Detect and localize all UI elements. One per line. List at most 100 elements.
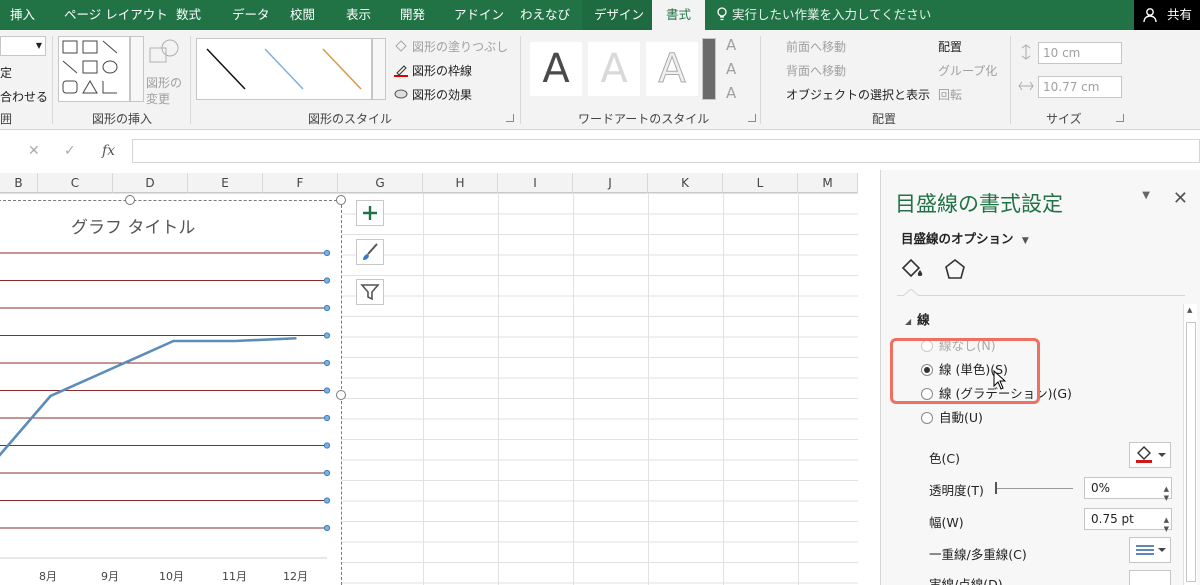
gridline-selection-handle[interactable] — [323, 304, 331, 312]
gridline-selection-handle[interactable] — [323, 524, 331, 532]
ribbon-left-text-1[interactable]: 定 — [0, 64, 12, 81]
gridline-selection-handle[interactable] — [323, 387, 331, 394]
width-input[interactable]: 0.75 pt ▲ ▼ — [1084, 508, 1172, 533]
wordart-style-2[interactable]: A — [588, 42, 640, 96]
gridline-selection-handle[interactable] — [323, 332, 331, 339]
fill-line-icon[interactable] — [899, 256, 927, 282]
column-header-l[interactable]: L — [723, 173, 798, 193]
tab-review[interactable]: 校閲 — [290, 0, 315, 30]
gridline-selection-handle[interactable] — [323, 277, 331, 284]
chart-area[interactable]: グラフ タイトル 8月 9月 10月 11月 12月 — [0, 200, 342, 585]
line-chart-plot[interactable] — [0, 201, 343, 585]
gridline-options-dropdown[interactable]: 目盛線のオプション ▼ — [901, 228, 1029, 247]
chart-filters-button[interactable] — [356, 279, 384, 305]
shape-styles-scroll[interactable] — [372, 38, 386, 100]
wordart-style-1[interactable]: A — [530, 42, 582, 96]
shapes-gallery-scroll[interactable] — [130, 36, 144, 102]
change-shape-label-1[interactable]: 図形の — [146, 74, 182, 91]
insert-function-button[interactable]: fx — [102, 143, 115, 159]
column-header-g[interactable]: G — [338, 173, 423, 193]
shape-outline-button[interactable]: 図形の枠線 — [412, 62, 472, 79]
pane-close-button[interactable]: ✕ — [1173, 188, 1188, 209]
tab-waenavi[interactable]: わえなび — [520, 0, 570, 30]
change-shape-label-2[interactable]: 変更 — [146, 90, 170, 107]
column-header-c[interactable]: C — [38, 173, 113, 193]
pane-options-dropdown[interactable]: ▼ — [1142, 190, 1150, 201]
dash-type-dropdown[interactable] — [1129, 570, 1171, 585]
scroll-up-icon[interactable]: ▲ — [1187, 306, 1192, 314]
spin-down-icon[interactable]: ▼ — [1164, 519, 1169, 539]
rotate-button[interactable]: 回転 — [938, 86, 962, 103]
gridline-selection-handle[interactable] — [323, 359, 331, 367]
ribbon-left-text-2[interactable]: 合わせる — [0, 88, 48, 105]
tab-developer[interactable]: 開発 — [400, 0, 425, 30]
wordart-gallery[interactable]: A A A — [526, 38, 702, 100]
column-header-b[interactable]: B — [0, 173, 38, 193]
shape-styles-launcher[interactable] — [506, 114, 514, 122]
gridline-selection-handle[interactable] — [323, 442, 331, 449]
tab-design[interactable]: デザイン — [582, 0, 657, 30]
chart-resize-handle-top-right[interactable] — [336, 195, 346, 205]
send-backward-button[interactable]: 背面へ移動 — [786, 62, 846, 79]
tab-formulas[interactable]: 数式 — [176, 0, 201, 30]
transparency-slider[interactable] — [995, 482, 1073, 494]
column-header-h[interactable]: H — [423, 173, 498, 193]
wordart-launcher[interactable] — [748, 114, 756, 122]
tell-me-box[interactable]: 実行したい作業を入力してください — [716, 0, 931, 30]
formula-enter-button[interactable]: ✓ — [64, 143, 76, 159]
chart-resize-handle-top[interactable] — [125, 195, 135, 205]
gridline-selection-handle[interactable] — [323, 469, 331, 477]
chart-elements-button[interactable] — [356, 200, 384, 226]
column-header-f[interactable]: F — [263, 173, 338, 193]
align-button[interactable]: 配置 — [938, 38, 962, 55]
gridline-selection-handle[interactable] — [323, 497, 331, 504]
column-header-k[interactable]: K — [648, 173, 723, 193]
column-header-d[interactable]: D — [113, 173, 188, 193]
shape-fill-button[interactable]: 図形の塗りつぶし — [412, 38, 508, 55]
chart-styles-button[interactable] — [356, 239, 384, 265]
series-line[interactable] — [0, 336, 297, 467]
tab-addins[interactable]: アドイン — [454, 0, 504, 30]
formula-cancel-button[interactable]: ✕ — [28, 143, 40, 159]
text-fill-button[interactable]: A — [726, 36, 736, 54]
text-effects-button[interactable]: A — [726, 84, 736, 102]
share-button[interactable]: 共有 — [1134, 0, 1200, 30]
shape-styles-gallery[interactable] — [196, 38, 372, 100]
line-color-picker[interactable] — [1129, 442, 1171, 468]
effects-pentagon-icon[interactable] — [943, 258, 967, 282]
gridline-selection-handle[interactable] — [323, 414, 331, 422]
transparency-slider-thumb[interactable] — [995, 482, 997, 494]
shapes-gallery[interactable] — [58, 36, 130, 102]
gridline-selection-handle[interactable] — [323, 249, 331, 257]
compound-type-dropdown[interactable] — [1129, 537, 1171, 563]
tab-data[interactable]: データ — [232, 0, 270, 30]
bring-forward-button[interactable]: 前面へ移動 — [786, 38, 846, 55]
shape-height-input[interactable]: 10 cm — [1038, 42, 1122, 64]
transparency-input[interactable]: 0% ▲ ▼ — [1084, 477, 1172, 502]
shape-select-dropdown[interactable]: ▼ — [0, 36, 46, 56]
chart-resize-handle-right[interactable] — [336, 390, 346, 400]
wordart-style-3[interactable]: A — [646, 42, 698, 96]
tab-page-layout[interactable]: ページ レイアウト — [64, 0, 168, 30]
selection-pane-button[interactable]: オブジェクトの選択と表示 — [786, 86, 930, 103]
column-header-m[interactable]: M — [798, 173, 858, 193]
formula-input[interactable] — [132, 139, 1200, 163]
shape-effects-button[interactable]: 図形の効果 — [412, 86, 472, 103]
column-header-j[interactable]: J — [573, 173, 648, 193]
text-outline-button[interactable]: A — [726, 60, 736, 78]
pane-scrollbar[interactable]: ▲ — [1183, 304, 1197, 585]
size-launcher[interactable] — [1116, 114, 1124, 122]
highlight-annotation — [890, 338, 1040, 404]
column-header-i[interactable]: I — [498, 173, 573, 193]
column-header-e[interactable]: E — [188, 173, 263, 193]
shape-width-input[interactable]: 10.77 cm — [1038, 76, 1122, 98]
spin-down-icon[interactable]: ▼ — [1164, 488, 1169, 508]
pane-scrollbar-thumb[interactable] — [1186, 322, 1196, 582]
tab-view[interactable]: 表示 — [346, 0, 371, 30]
group-button[interactable]: グループ化 — [938, 62, 997, 79]
tab-insert[interactable]: 挿入 — [10, 0, 35, 30]
tab-format[interactable]: 書式 — [652, 0, 706, 30]
line-section-header[interactable]: ◢ 線 — [905, 309, 930, 328]
wordart-scroll[interactable] — [702, 38, 716, 100]
radio-automatic-button[interactable] — [921, 412, 933, 424]
